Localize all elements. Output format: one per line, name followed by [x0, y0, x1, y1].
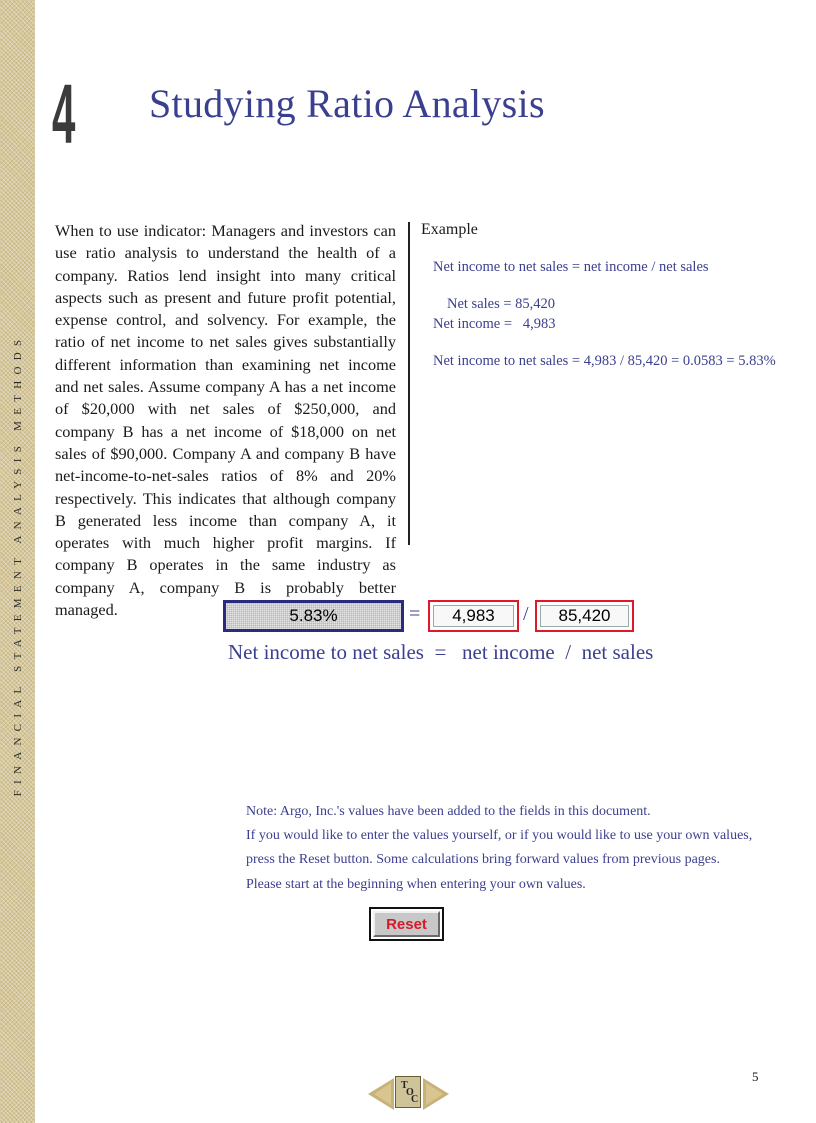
net-sales-field[interactable]: 85,420	[535, 600, 634, 632]
note-line: If you would like to enter the values yo…	[246, 828, 753, 844]
equals-sign: =	[409, 603, 421, 625]
example-net-income: Net income = 4,983	[433, 316, 556, 332]
note-line: press the Reset button. Some calculation…	[246, 852, 720, 868]
page-title: Studying Ratio Analysis	[149, 81, 545, 126]
chapter-number: 4	[52, 67, 76, 161]
reset-button[interactable]: Reset	[369, 907, 444, 941]
sidebar-section-title: FINANCIAL STATEMENT ANALYSIS METHODS	[12, 333, 24, 797]
table-of-contents-icon[interactable]: T O C	[395, 1076, 421, 1108]
example-heading: Example	[421, 221, 478, 238]
ratio-result-field[interactable]: 5.83%	[223, 600, 404, 632]
page-number: 5	[752, 1069, 759, 1084]
net-income-value: 4,983	[433, 605, 514, 627]
note-line: Please start at the beginning when enter…	[246, 876, 586, 892]
body-paragraph: When to use indicator: Managers and inve…	[55, 221, 396, 620]
ratio-result-value: 5.83%	[289, 606, 338, 625]
sidebar-band: FINANCIAL STATEMENT ANALYSIS METHODS	[0, 0, 35, 1123]
example-formula: Net income to net sales = net income / n…	[433, 259, 709, 275]
example-result: Net income to net sales = 4,983 / 85,420…	[433, 353, 776, 369]
divide-sign: /	[523, 603, 529, 625]
toc-letter-c: C	[411, 1094, 419, 1105]
net-income-field[interactable]: 4,983	[428, 600, 519, 632]
reset-button-label: Reset	[373, 911, 440, 937]
net-sales-value: 85,420	[540, 605, 629, 627]
column-divider	[408, 222, 410, 545]
note-block: Note: Argo, Inc.'s values have been adde…	[246, 800, 753, 897]
previous-page-icon[interactable]	[368, 1078, 394, 1110]
next-page-icon[interactable]	[423, 1078, 449, 1110]
example-net-sales: Net sales = 85,420	[447, 296, 556, 312]
formula-label: Net income to net sales = net income / n…	[228, 640, 654, 664]
note-line: Note: Argo, Inc.'s values have been adde…	[246, 804, 651, 819]
